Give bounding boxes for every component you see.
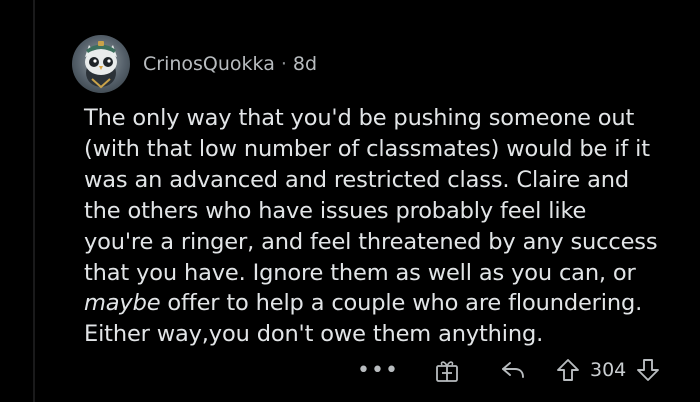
avatar-image [85,41,117,89]
more-options-button[interactable]: ••• [357,352,399,388]
downvote-icon [637,359,660,381]
comment-actions: ••• 304 [357,352,662,388]
comment-line: Either way,you don't owe them anything. [84,321,544,348]
comment-line-rest: offer to help a couple who are flounderi… [160,290,643,317]
more-options-icon: ••• [357,357,399,383]
comment-line: maybe offer to help a couple who are flo… [84,288,684,319]
upvote-button[interactable] [554,352,582,388]
comment-line: was an advanced and restricted class. Cl… [84,166,629,193]
comment-line: the others who have issues probably feel… [84,197,587,224]
comment-meta: CrinosQuokka · 8d [143,53,317,75]
upvote-icon [557,359,579,381]
give-award-button[interactable] [432,352,462,388]
avatar[interactable] [72,35,130,93]
comment-line: The only way that you'd be pushing someo… [84,105,635,131]
downvote-button[interactable] [634,352,662,388]
give-award-icon [436,361,458,382]
comment-age: 8d [292,53,318,75]
vote-score: 304 [590,359,627,381]
comment-line: (with that low number of classmates) wou… [84,135,650,162]
comment-header: CrinosQuokka · 8d [72,28,317,100]
username[interactable]: CrinosQuokka [143,53,275,75]
reply-button[interactable] [498,352,528,388]
emphasis-text: maybe [84,290,161,317]
comment-line: you're a ringer, and feel threatened by … [84,228,658,255]
comment-body: The only way that you'd be pushing someo… [84,103,684,350]
meta-separator: · [280,53,287,75]
reply-icon [502,362,524,378]
comment: CrinosQuokka · 8d The only way that you'… [0,0,700,402]
comment-line: that you have. Ignore them as well as yo… [84,259,636,286]
